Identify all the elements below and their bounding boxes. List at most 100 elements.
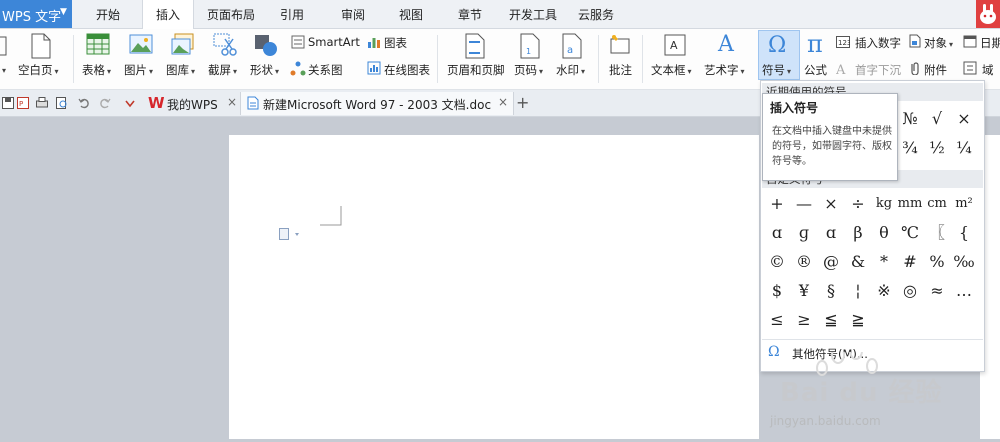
- symbol-cell[interactable]: ɡ: [791, 222, 817, 244]
- tab-document[interactable]: 新建Microsoft Word 97 - 2003 文档.doc ×: [240, 92, 514, 115]
- symbol-cell[interactable]: ×: [818, 193, 844, 215]
- customize-toolbar-icon[interactable]: [124, 97, 136, 109]
- table-button[interactable]: 表格 ▾: [82, 62, 111, 78]
- new-tab-plus-icon[interactable]: +: [516, 93, 530, 116]
- app-menu-button[interactable]: WPS 文字 ▼: [0, 0, 72, 28]
- drop-cap-button[interactable]: 首字下沉: [855, 62, 901, 78]
- textbox-button[interactable]: 文本框 ▾: [651, 62, 692, 78]
- symbol-cell[interactable]: $: [764, 280, 790, 302]
- save-icon[interactable]: [2, 97, 14, 109]
- symbol-cell[interactable]: cm: [924, 193, 950, 215]
- pi-icon: π: [806, 30, 830, 61]
- paragraph-format-icon[interactable]: [279, 228, 301, 243]
- symbol-cell[interactable]: ◎: [897, 280, 923, 302]
- gallery-button[interactable]: 图库 ▾: [166, 62, 195, 78]
- symbol-cell[interactable]: ≈: [924, 280, 950, 302]
- symbol-cell[interactable]: mm: [897, 193, 923, 215]
- close-icon[interactable]: ×: [498, 95, 508, 109]
- symbol-cell[interactable]: ÷: [845, 193, 871, 215]
- relation-button[interactable]: 关系图: [308, 62, 343, 78]
- watermark-button[interactable]: 水印 ▾: [556, 62, 585, 78]
- symbol-cell[interactable]: ½: [924, 137, 950, 159]
- symbol-cell[interactable]: #: [897, 251, 923, 273]
- export-pdf-icon[interactable]: P: [17, 97, 29, 109]
- wps-logo-icon: W: [148, 94, 165, 112]
- tab-cloud[interactable]: 云服务: [574, 0, 618, 28]
- symbol-cell[interactable]: kg: [871, 193, 897, 215]
- symbol-cell[interactable]: ©: [764, 251, 790, 273]
- comment-button[interactable]: 批注: [609, 62, 632, 78]
- symbol-cell[interactable]: ≤: [764, 309, 790, 331]
- symbol-cell[interactable]: §: [818, 280, 844, 302]
- symbol-cell[interactable]: {: [951, 222, 977, 244]
- symbol-cell[interactable]: *: [871, 251, 897, 273]
- symbol-cell[interactable]: √: [924, 108, 950, 130]
- watermark-url: jingyan.baidu.com: [770, 414, 881, 428]
- smartart-button[interactable]: SmartArt: [308, 35, 360, 49]
- screenshot-button[interactable]: 截屏 ▾: [208, 62, 237, 78]
- number-icon: 123: [836, 36, 851, 51]
- cover-page-dropdown[interactable]: ▾: [0, 62, 6, 76]
- picture-button[interactable]: 图片 ▾: [124, 62, 153, 78]
- tab-page-layout[interactable]: 页面布局: [203, 0, 259, 28]
- symbol-cell[interactable]: %: [924, 251, 950, 273]
- close-icon[interactable]: ×: [227, 95, 237, 109]
- shape-button[interactable]: 形状 ▾: [250, 62, 279, 78]
- symbol-cell[interactable]: @: [818, 251, 844, 273]
- tab-section[interactable]: 章节: [450, 0, 490, 28]
- symbol-cell[interactable]: ɑ: [764, 222, 790, 244]
- symbol-cell[interactable]: ¥: [791, 280, 817, 302]
- tab-developer[interactable]: 开发工具: [505, 0, 561, 28]
- redo-icon[interactable]: [99, 97, 111, 109]
- symbol-cell[interactable]: ®: [791, 251, 817, 273]
- symbol-cell[interactable]: ≦: [818, 309, 844, 331]
- symbol-cell[interactable]: ‰: [951, 251, 977, 273]
- symbol-cell[interactable]: ɑ: [818, 222, 844, 244]
- symbol-cell[interactable]: ≥: [791, 309, 817, 331]
- header-footer-button[interactable]: 页眉和页脚: [447, 62, 505, 78]
- blank-page-button[interactable]: 空白页 ▾: [18, 62, 59, 78]
- mascot-icon[interactable]: [976, 0, 1000, 28]
- symbol-cell[interactable]: №: [897, 108, 923, 130]
- cover-page-icon[interactable]: [0, 35, 10, 60]
- symbol-cell[interactable]: m²: [951, 193, 977, 215]
- symbol-cell[interactable]: ※: [871, 280, 897, 302]
- undo-icon[interactable]: [78, 97, 90, 109]
- symbol-cell[interactable]: —: [791, 193, 817, 215]
- symbol-cell[interactable]: …: [951, 280, 977, 302]
- attachment-button[interactable]: 附件: [924, 62, 947, 78]
- wordart-button[interactable]: 艺术字 ▾: [704, 62, 745, 78]
- symbol-cell[interactable]: ¾: [897, 137, 923, 159]
- symbol-cell[interactable]: 〖: [924, 222, 950, 244]
- symbol-cell[interactable]: ×: [951, 108, 977, 130]
- symbol-cell[interactable]: β: [845, 222, 871, 244]
- print-icon[interactable]: [36, 97, 48, 109]
- symbol-cell[interactable]: &: [845, 251, 871, 273]
- symbol-cell[interactable]: ≧: [845, 309, 871, 331]
- document-page[interactable]: [229, 135, 759, 439]
- symbol-cell[interactable]: +: [764, 193, 790, 215]
- field-button[interactable]: 域: [982, 62, 994, 78]
- tab-view[interactable]: 视图: [391, 0, 431, 28]
- tab-my-wps[interactable]: W 我的WPS ×: [142, 92, 240, 115]
- tab-references[interactable]: 引用: [272, 0, 312, 28]
- print-preview-icon[interactable]: [56, 97, 68, 109]
- symbol-cell[interactable]: ¼: [951, 137, 977, 159]
- tab-insert[interactable]: 插入: [142, 0, 194, 29]
- date-button[interactable]: 日期: [980, 35, 1000, 51]
- app-title: WPS 文字: [2, 10, 62, 25]
- symbol-cell[interactable]: ¦: [845, 280, 871, 302]
- online-chart-button[interactable]: 在线图表: [384, 62, 430, 78]
- object-button[interactable]: 对象 ▾: [924, 35, 953, 51]
- insert-number-button[interactable]: 插入数字: [855, 35, 901, 51]
- formula-button[interactable]: 公式: [804, 62, 827, 78]
- page-number-button[interactable]: 页码 ▾: [514, 62, 543, 78]
- ribbon-divider: [437, 35, 438, 83]
- symbol-cell[interactable]: ℃: [897, 222, 923, 244]
- symbol-cell[interactable]: θ: [871, 222, 897, 244]
- tab-review[interactable]: 审阅: [333, 0, 373, 28]
- comment-icon: [608, 34, 632, 59]
- svg-text:A: A: [717, 32, 735, 57]
- tab-start[interactable]: 开始: [85, 0, 131, 28]
- chart-button[interactable]: 图表: [384, 35, 407, 51]
